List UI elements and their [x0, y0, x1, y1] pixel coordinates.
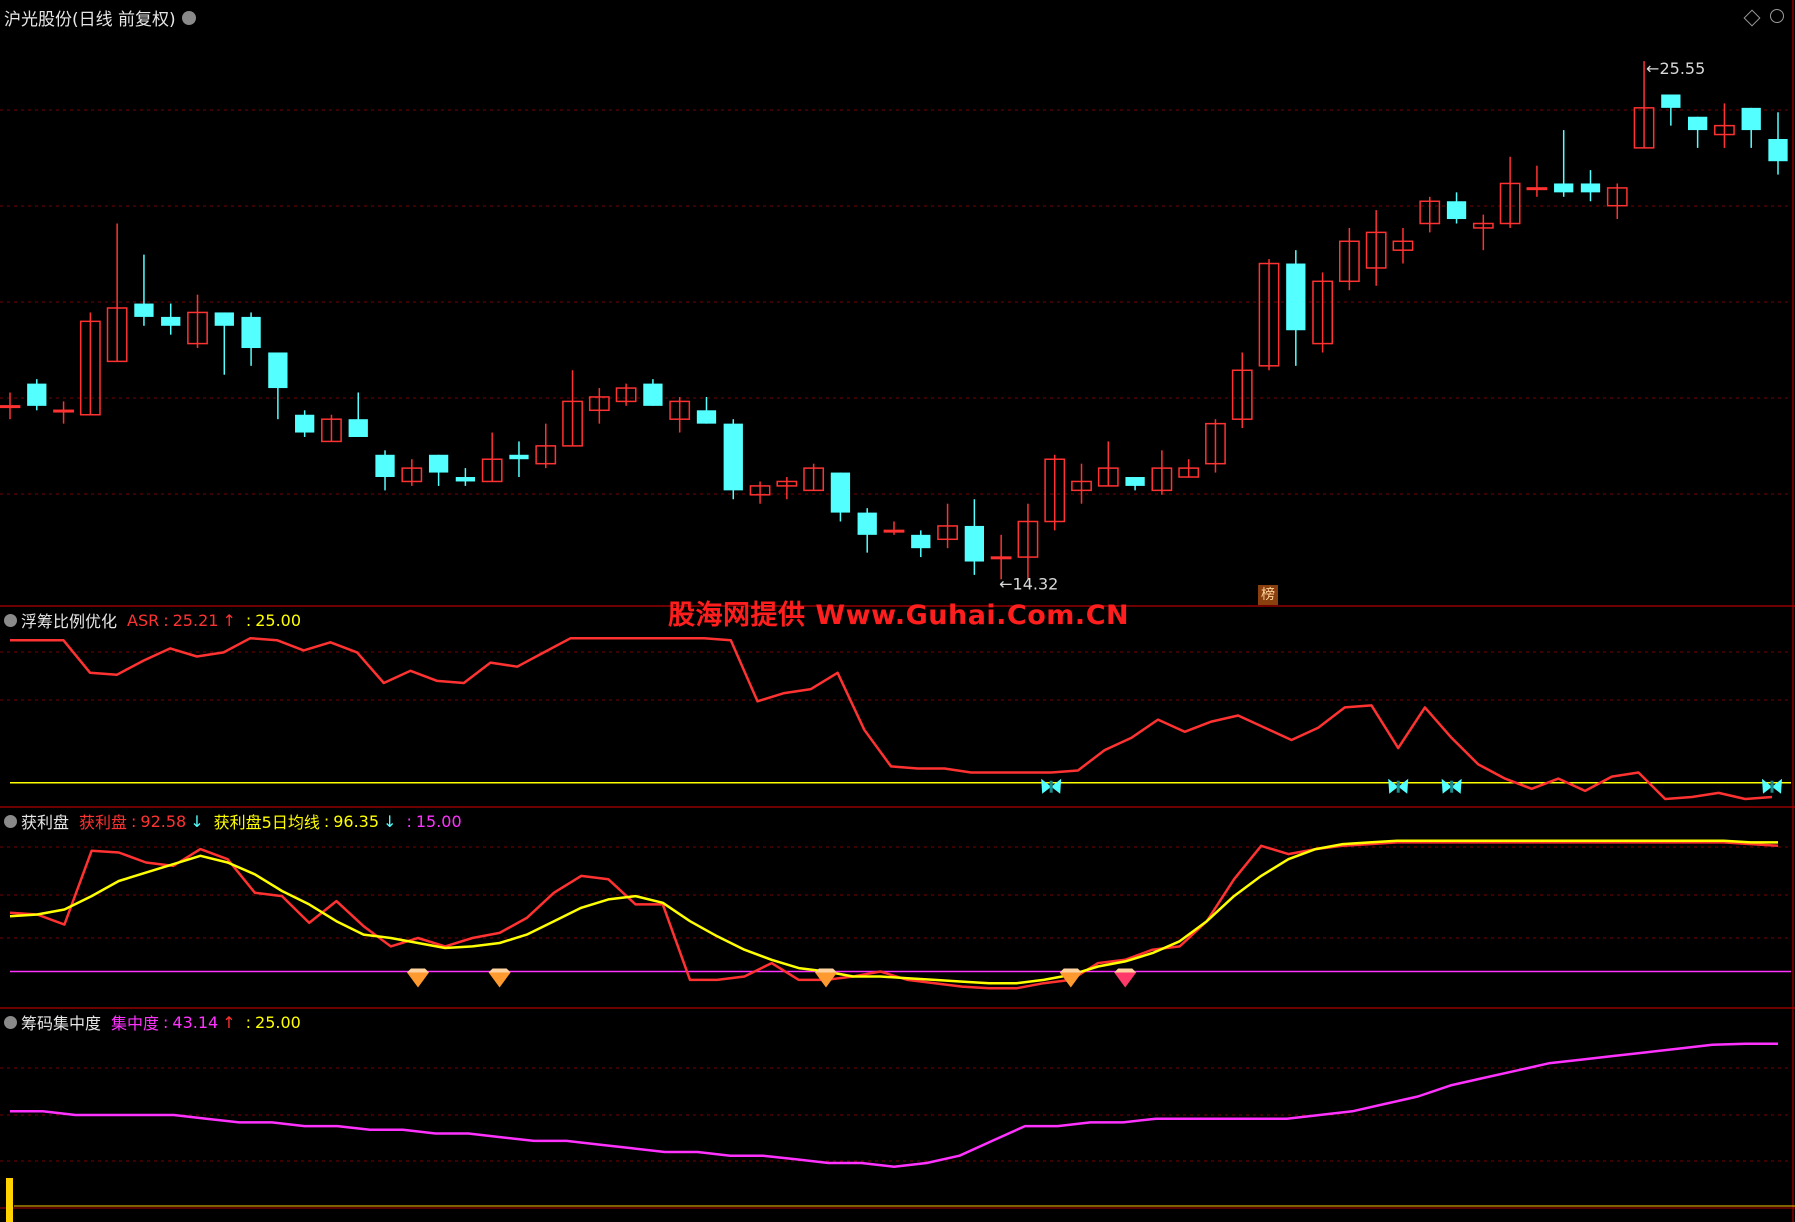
series1-value: 92.58: [140, 811, 187, 831]
candle-body: [1526, 187, 1548, 191]
panel-header-profit: 获利盘 获利盘: 92.58 ↓ 获利盘5日均线: 96.35 ↓ :15.00: [4, 811, 462, 832]
scroll-handle: [6, 1178, 13, 1222]
butterfly-marker: [1441, 778, 1462, 794]
candle-body: [161, 316, 181, 326]
candle-body: [1446, 201, 1467, 220]
profit-ma5-line: [9, 839, 1778, 985]
collapse-icon[interactable]: [4, 814, 17, 828]
settings-circle-icon[interactable]: [181, 11, 196, 25]
profit-line: [9, 841, 1779, 990]
candle-body: [1661, 94, 1681, 108]
diamond-marker: [488, 968, 511, 988]
high-price-label: ←25.55: [1646, 59, 1705, 78]
indicator-title: 获利盘: [21, 813, 70, 832]
candle-body: [509, 454, 529, 460]
candle-body: [0, 405, 21, 409]
indicator-value: 43.14: [172, 1012, 219, 1032]
indicator-value: 25.21: [172, 610, 219, 630]
candle-body: [1554, 183, 1574, 193]
down-arrow-icon: ↓: [190, 811, 204, 831]
candle-body: [134, 303, 154, 317]
diamond-marker: [1059, 968, 1082, 988]
panel-header-asr: 浮筹比例优化 ASR: 25.21 ↑ :25.00: [4, 610, 302, 631]
diamond-top: [407, 968, 429, 973]
candle-body: [990, 556, 1012, 560]
butterfly-marker: [1388, 778, 1409, 794]
butterfly-body: [1396, 780, 1400, 793]
series2-name: 获利盘5日均线: [213, 813, 320, 832]
butterfly-body: [1770, 780, 1774, 793]
title-bar: 沪光股份(日线 前复权): [4, 6, 196, 30]
butterfly-body: [1049, 780, 1053, 793]
butterfly-body: [1450, 780, 1454, 793]
stock-chart-window: { "title": "沪光股份(日线 前复权)", "watermark": …: [0, 0, 1795, 1222]
candle-body: [696, 410, 717, 424]
candle-body: [723, 423, 743, 491]
candle-body: [911, 534, 931, 549]
diamond-top: [1114, 968, 1137, 973]
candle-body: [1286, 263, 1306, 331]
candle-body: [53, 409, 74, 413]
candle-body: [1741, 107, 1761, 131]
diamond-shape: [407, 972, 429, 988]
candle-body: [964, 525, 985, 562]
series2-value: 96.35: [333, 811, 380, 831]
indicator-title: 浮筹比例优化: [21, 612, 118, 631]
candle-body: [268, 352, 288, 389]
down-arrow-icon: ↓: [383, 811, 397, 831]
candle-body: [1687, 116, 1708, 131]
diamond-shape: [488, 972, 511, 988]
candle-body: [27, 383, 47, 406]
indicator-name: 集中度: [111, 1014, 160, 1033]
diamond-top: [488, 968, 511, 973]
indicator-lines: [9, 636, 1779, 1168]
concentration-line: [10, 1042, 1778, 1168]
collapse-icon[interactable]: [4, 1015, 17, 1029]
candle-body: [643, 383, 663, 406]
up-arrow-icon: ↑: [222, 610, 236, 630]
indicator-name: ASR: [127, 610, 160, 630]
collapse-icon[interactable]: [4, 613, 17, 627]
candle-body: [883, 529, 905, 533]
candle-body: [295, 414, 315, 433]
bang-badge[interactable]: 榜: [1258, 585, 1278, 605]
ref-value: 25.00: [255, 1012, 301, 1032]
candle-body: [348, 419, 368, 437]
diamond-top: [1059, 968, 1082, 973]
candle-body: [214, 312, 234, 326]
watermark: 股海网提供 Www.Guhai.Com.CN: [668, 600, 1130, 631]
ref-value: 15.00: [415, 811, 462, 831]
candle-body: [375, 454, 395, 478]
candle-body: [830, 472, 851, 513]
candle-body: [1125, 477, 1145, 486]
candle-body: [1580, 183, 1601, 193]
candlestick-series: [0, 61, 1788, 580]
ref-value: 25.00: [255, 610, 302, 630]
butterfly-marker: [1041, 778, 1062, 794]
series1-name: 获利盘: [79, 813, 128, 832]
indicator-title: 筹码集中度: [21, 1014, 102, 1033]
diamond-top: [815, 968, 837, 973]
asr-line: [10, 636, 1773, 801]
candle-body: [857, 512, 877, 535]
gridlines: [0, 109, 1792, 1162]
up-arrow-icon: ↑: [222, 1012, 236, 1032]
page-title: 沪光股份(日线 前复权): [4, 9, 176, 30]
circle-icon[interactable]: [1770, 9, 1784, 23]
low-price-label: ←14.32: [999, 574, 1058, 593]
candle-body: [455, 477, 476, 482]
candle-body: [1768, 138, 1788, 162]
diamond-marker: [407, 968, 429, 988]
butterfly-marker: [1762, 778, 1782, 794]
diamond-marker: [1114, 968, 1137, 988]
candle-body: [428, 454, 449, 473]
panel-header-concentration: 筹码集中度 集中度: 43.14 ↑ :25.00: [4, 1012, 301, 1033]
diamond-shape: [1114, 972, 1137, 988]
candle-body: [241, 316, 261, 349]
